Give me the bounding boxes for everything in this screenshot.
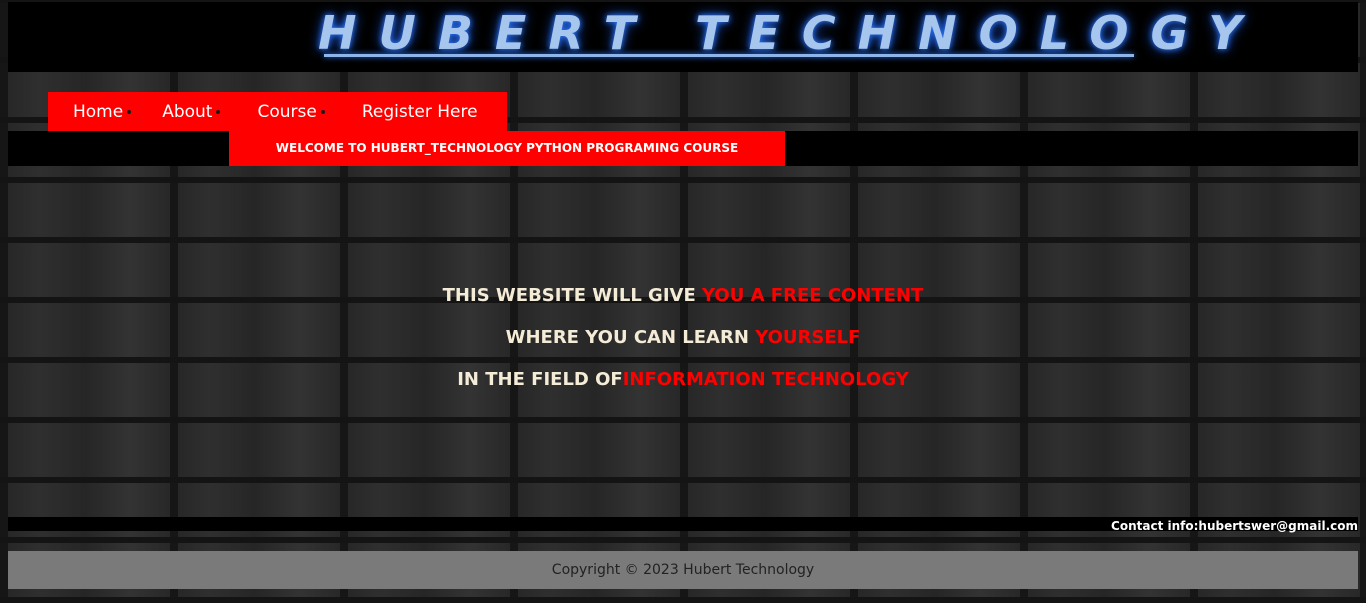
site-title: HUBERT TECHNOLOGY xyxy=(318,6,1264,60)
hero-highlight: INFORMATION TECHNOLOGY xyxy=(622,369,909,390)
hero-line: IN THE FIELD OFINFORMATION TECHNOLOGY xyxy=(0,366,1366,408)
nav-item-home[interactable]: Home xyxy=(48,101,132,122)
main-nav: Home About Course Register Here xyxy=(48,92,507,131)
nav-item-register[interactable]: Register Here xyxy=(325,102,478,122)
hero-text: THIS WEBSITE WILL GIVE xyxy=(442,285,703,306)
nav-item-label: Register Here xyxy=(361,101,478,122)
nav-item-label: About xyxy=(162,101,213,122)
hero-text: WHERE YOU CAN LEARN xyxy=(505,327,756,348)
nav-item-label: Course xyxy=(257,101,317,122)
hero-highlight: YOU A FREE CONTENT xyxy=(702,285,924,306)
nav-item-label: Home xyxy=(73,101,124,122)
hero-line: THIS WEBSITE WILL GIVE YOU A FREE CONTEN… xyxy=(0,282,1366,324)
contact-info: Contact info:hubertswer@gmail.com xyxy=(1111,519,1358,533)
hero-highlight: YOURSELF xyxy=(755,327,861,348)
hero-text: IN THE FIELD OF xyxy=(457,369,623,390)
title-underline xyxy=(324,54,1134,57)
nav-item-about[interactable]: About xyxy=(131,101,221,122)
footer-copyright: Copyright © 2023 Hubert Technology xyxy=(8,551,1358,589)
site-header: HUBERT TECHNOLOGY xyxy=(8,2,1358,72)
hero-line: WHERE YOU CAN LEARN YOURSELF xyxy=(0,324,1366,366)
nav-item-course[interactable]: Course xyxy=(220,101,325,122)
welcome-banner: WELCOME TO HUBERT_TECHNOLOGY PYTHON PROG… xyxy=(229,131,785,166)
hero-content: THIS WEBSITE WILL GIVE YOU A FREE CONTEN… xyxy=(0,282,1366,408)
